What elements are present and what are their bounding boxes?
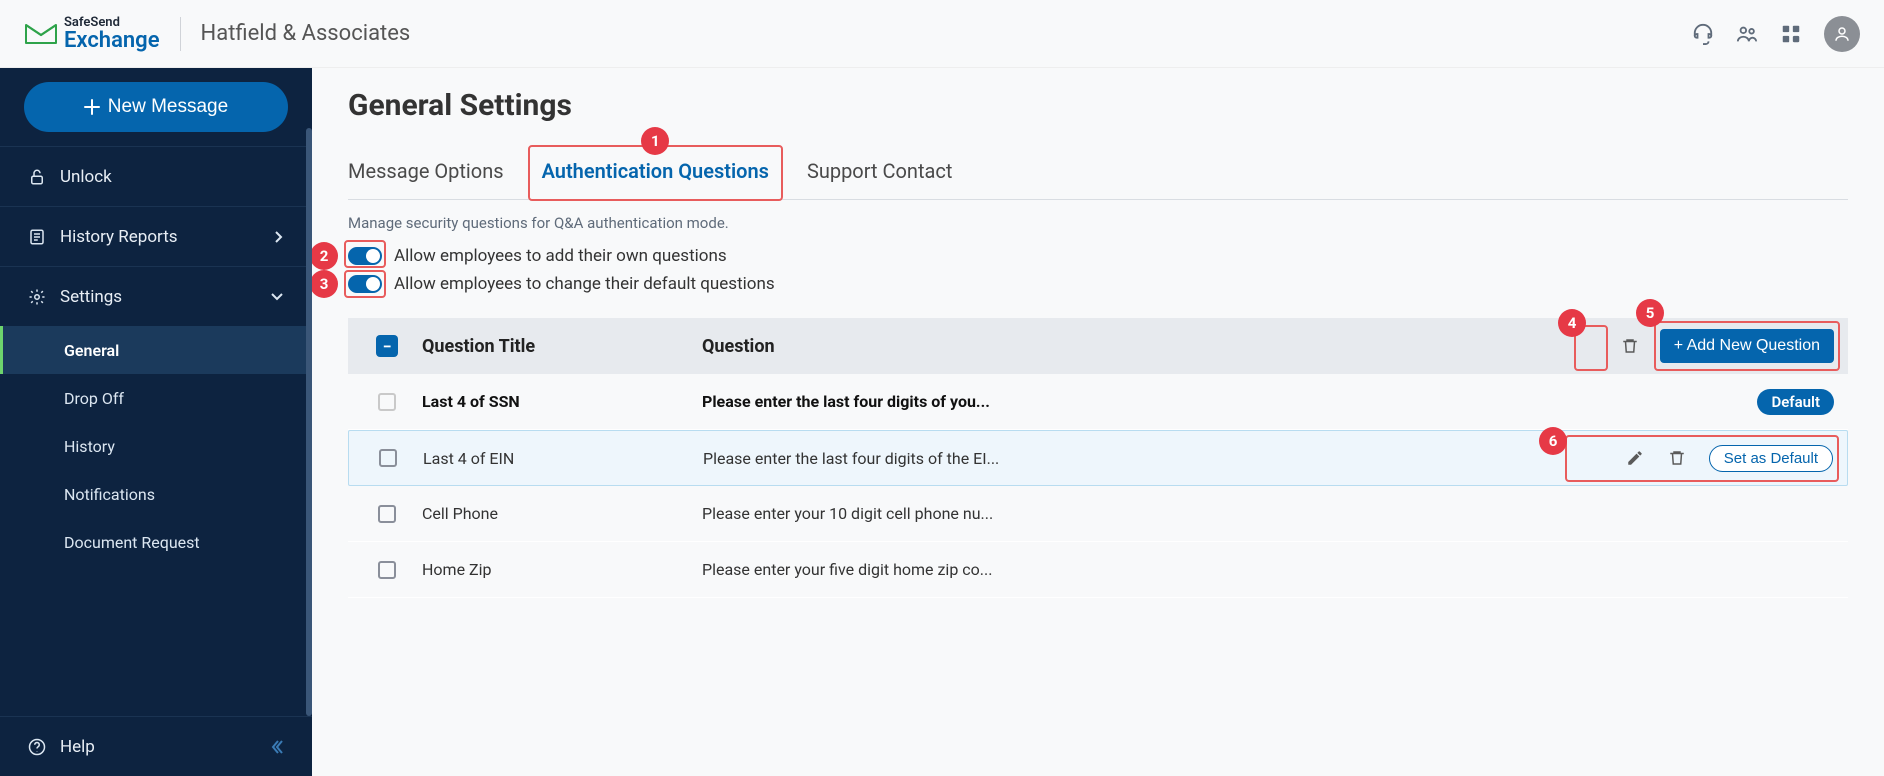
sidebar-item-history-reports[interactable]: History Reports	[0, 206, 312, 266]
help-icon	[28, 738, 46, 756]
questions-table: − Question Title Question 4 5 + Add New …	[348, 318, 1848, 598]
sidebar-item-unlock[interactable]: Unlock	[0, 146, 312, 206]
vertical-divider	[180, 17, 181, 51]
table-row: Last 4 of SSN Please enter the last four…	[348, 374, 1848, 430]
avatar[interactable]	[1824, 16, 1860, 52]
people-icon[interactable]	[1736, 23, 1758, 45]
table-header: − Question Title Question 4 5 + Add New …	[348, 318, 1848, 374]
cell-title: Last 4 of SSN	[422, 392, 702, 411]
app-header: SafeSend Exchange Hatfield & Associates	[0, 0, 1884, 68]
bulk-delete-icon[interactable]	[1620, 336, 1640, 356]
brand-logo: SafeSend Exchange	[24, 15, 160, 52]
tab-support-contact[interactable]: Support Contact	[807, 149, 952, 199]
delete-icon[interactable]	[1667, 448, 1687, 468]
callout-badge-3: 3	[312, 270, 338, 298]
envelope-icon	[24, 21, 58, 47]
table-row: Home Zip Please enter your five digit ho…	[348, 542, 1848, 598]
cell-title: Cell Phone	[422, 504, 702, 523]
brand-bottom: Exchange	[64, 30, 160, 52]
sidebar-sub-document-request[interactable]: Document Request	[0, 518, 312, 566]
col-question: Question	[702, 336, 1574, 357]
tab-authentication-questions[interactable]: Authentication Questions	[542, 149, 769, 199]
toggle-add-own-label: Allow employees to add their own questio…	[394, 246, 727, 266]
plus-icon	[84, 99, 100, 115]
sidebar-settings-label: Settings	[60, 287, 122, 307]
add-new-question-button[interactable]: + Add New Question	[1660, 329, 1834, 363]
sidebar: New Message Unlock History Reports Setti…	[0, 68, 312, 776]
table-row: Last 4 of EIN Please enter the last four…	[348, 430, 1848, 486]
new-message-button[interactable]: New Message	[24, 82, 288, 132]
cell-question: Please enter the last four digits of you…	[702, 392, 1574, 411]
headset-icon[interactable]	[1692, 23, 1714, 45]
company-name: Hatfield & Associates	[201, 21, 411, 46]
callout-badge-5: 5	[1636, 299, 1664, 327]
report-icon	[28, 228, 46, 246]
new-message-label: New Message	[108, 96, 228, 118]
gear-icon	[28, 288, 46, 306]
unlock-icon	[28, 168, 46, 186]
cell-title: Last 4 of EIN	[423, 449, 703, 468]
set-as-default-button[interactable]: Set as Default	[1709, 445, 1833, 472]
sidebar-sub-general[interactable]: General	[0, 326, 312, 374]
toggle-change-default-questions[interactable]	[348, 275, 382, 293]
cell-question: Please enter your 10 digit cell phone nu…	[702, 504, 1574, 523]
cell-question: Please enter the last four digits of the…	[703, 449, 1573, 468]
cell-title: Home Zip	[422, 560, 702, 579]
header-left: SafeSend Exchange Hatfield & Associates	[24, 15, 410, 52]
row-checkbox[interactable]	[378, 561, 396, 579]
sidebar-unlock-label: Unlock	[60, 167, 112, 187]
tab-description: Manage security questions for Q&A authen…	[348, 214, 1848, 232]
tabs: Message Options 1 Authentication Questio…	[348, 149, 1848, 200]
cell-question: Please enter your five digit home zip co…	[702, 560, 1574, 579]
header-right	[1692, 16, 1860, 52]
apps-grid-icon[interactable]	[1780, 23, 1802, 45]
toggle-row-add-own: 2 Allow employees to add their own quest…	[348, 246, 1848, 266]
callout-badge-6: 6	[1539, 427, 1567, 455]
chevron-right-icon	[274, 230, 284, 244]
sidebar-sub-notifications[interactable]: Notifications	[0, 470, 312, 518]
callout-badge-2: 2	[312, 242, 338, 270]
default-badge: Default	[1757, 389, 1834, 415]
toggle-row-change-default: 3 Allow employees to change their defaul…	[348, 274, 1848, 294]
sidebar-help-label: Help	[60, 737, 95, 757]
collapse-icon[interactable]	[268, 739, 284, 755]
sidebar-item-settings[interactable]: Settings	[0, 266, 312, 326]
sidebar-scrollbar[interactable]	[306, 128, 312, 716]
sidebar-item-help[interactable]: Help	[0, 716, 312, 776]
callout-badge-1: 1	[641, 127, 669, 155]
row-checkbox[interactable]	[379, 449, 397, 467]
toggle-change-default-label: Allow employees to change their default …	[394, 274, 775, 294]
chevron-down-icon	[270, 292, 284, 302]
toggle-add-own-questions[interactable]	[348, 247, 382, 265]
callout-badge-4: 4	[1558, 309, 1586, 337]
edit-icon[interactable]	[1625, 448, 1645, 468]
checkbox-indeterminate[interactable]: −	[376, 335, 398, 357]
sidebar-sub-dropoff[interactable]: Drop Off	[0, 374, 312, 422]
sidebar-sub-history[interactable]: History	[0, 422, 312, 470]
table-row: Cell Phone Please enter your 10 digit ce…	[348, 486, 1848, 542]
row-checkbox[interactable]	[378, 393, 396, 411]
sidebar-history-label: History Reports	[60, 227, 178, 247]
main-content: General Settings Message Options 1 Authe…	[312, 68, 1884, 776]
col-question-title: Question Title	[422, 336, 702, 357]
person-icon	[1833, 25, 1851, 43]
page-title: General Settings	[348, 88, 1848, 123]
row-checkbox[interactable]	[378, 505, 396, 523]
tab-message-options[interactable]: Message Options	[348, 149, 504, 199]
